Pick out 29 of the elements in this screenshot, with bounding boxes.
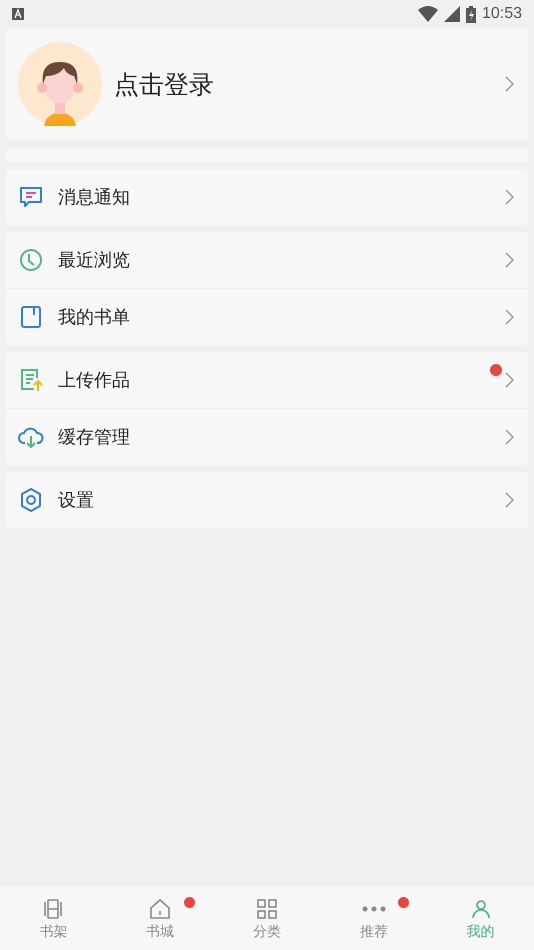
- chevron-icon: [505, 309, 514, 325]
- grid-icon: [254, 896, 279, 920]
- home-icon: [148, 896, 172, 920]
- document-upload-icon: [18, 367, 44, 393]
- chevron-icon: [505, 429, 514, 445]
- profile-card[interactable]: 点击登录: [6, 28, 528, 140]
- chevron-icon: [505, 372, 514, 388]
- chevron-icon: [505, 492, 514, 508]
- keyboard-icon: [12, 8, 24, 20]
- menu-item[interactable]: 上传作品: [6, 352, 528, 408]
- wifi-icon: [418, 6, 438, 22]
- menu-item[interactable]: 消息通知: [6, 169, 528, 225]
- chevron-icon: [505, 189, 514, 205]
- chevron-icon: [505, 76, 514, 92]
- menu-item[interactable]: 最近浏览: [6, 232, 528, 288]
- chat-icon: [18, 184, 44, 210]
- clock-time: 10:53: [482, 5, 522, 23]
- menu-item[interactable]: 设置: [6, 472, 528, 528]
- clock-icon: [18, 247, 44, 273]
- signal-icon: [444, 6, 460, 22]
- settings-icon: [18, 487, 44, 513]
- menu-item[interactable]: 缓存管理: [6, 408, 528, 465]
- book-icon: [18, 304, 44, 330]
- menu-item[interactable]: 我的书单: [6, 288, 528, 345]
- avatar-icon: [18, 42, 102, 126]
- battery-icon: [466, 6, 476, 22]
- dots-icon: [362, 906, 386, 912]
- chevron-icon: [505, 252, 514, 268]
- login-label: 点击登录: [114, 68, 215, 100]
